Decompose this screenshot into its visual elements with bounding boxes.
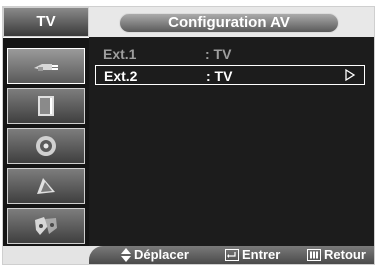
- setup-gears-icon: [35, 217, 57, 235]
- side-menu: [3, 38, 89, 246]
- row-label: Ext.2: [104, 68, 138, 84]
- chevron-right-icon: [345, 69, 356, 81]
- menu-title: Configuration AV: [119, 13, 339, 33]
- menu-content: Ext.1 : TV Ext.2 : TV: [89, 37, 374, 246]
- help-enter: Entrer: [225, 246, 280, 264]
- help-enter-label: Entrer: [242, 247, 281, 262]
- up-down-arrows-icon: [121, 248, 131, 262]
- help-move-label: Déplacer: [134, 247, 189, 262]
- speaker-icon: [36, 136, 56, 156]
- help-move: Déplacer: [121, 246, 189, 264]
- channel-satellite-icon: [37, 178, 55, 194]
- tv-screen: TV Configuration AV Ext.1: TV Ext.2: T…: [0, 0, 376, 265]
- help-return: Retour: [307, 246, 366, 264]
- row-value: : TV: [205, 46, 232, 62]
- menu-key-icon: [307, 249, 321, 261]
- menu-row-ext1[interactable]: Ext.1 : TV: [95, 44, 365, 64]
- side-item-input[interactable]: [7, 48, 85, 84]
- side-item-channel[interactable]: [7, 168, 85, 204]
- help-bar-main: Déplacer Entrer Retour: [89, 246, 374, 264]
- help-bar: Déplacer Entrer Retour: [3, 246, 374, 264]
- antenna-plug-icon: [34, 64, 58, 71]
- title-bar: Configuration AV: [89, 7, 374, 37]
- side-item-sound[interactable]: [7, 128, 85, 164]
- row-label: Ext.1: [103, 46, 137, 62]
- help-return-label: Retour: [324, 247, 366, 262]
- picture-icon: [38, 96, 54, 116]
- enter-key-icon: [225, 249, 239, 261]
- side-menu-header: TV: [3, 7, 89, 37]
- osd-menu: TV Configuration AV Ext.1: TV Ext.2: T…: [2, 6, 375, 265]
- menu-row-ext2[interactable]: Ext.2 : TV: [95, 65, 365, 85]
- side-item-picture[interactable]: [7, 88, 85, 124]
- row-value: : TV: [206, 68, 233, 84]
- side-item-setup[interactable]: [7, 208, 85, 244]
